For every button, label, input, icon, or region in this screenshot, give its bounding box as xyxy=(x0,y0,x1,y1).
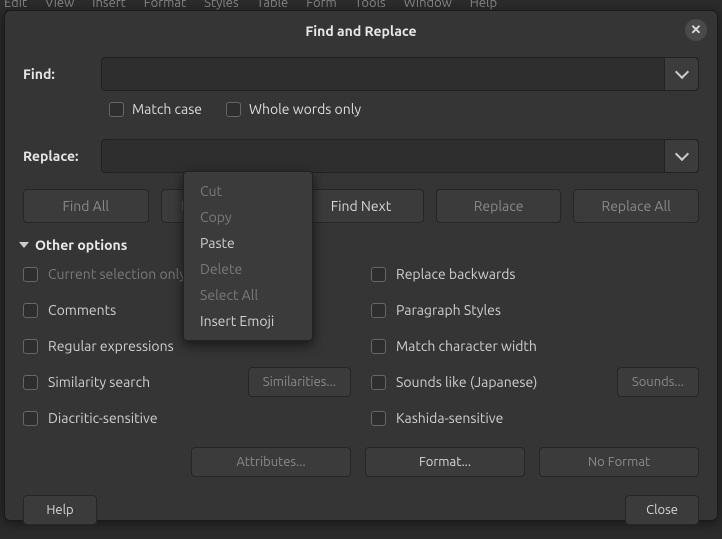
chevron-down-icon xyxy=(674,147,688,161)
format-button[interactable]: Format... xyxy=(365,447,525,477)
replace-backwards-checkbox[interactable]: Replace backwards xyxy=(371,261,699,287)
chevron-down-icon xyxy=(674,65,688,79)
ctx-delete[interactable]: Delete xyxy=(184,256,312,282)
match-case-checkbox[interactable]: Match case xyxy=(109,101,202,117)
replace-all-button[interactable]: Replace All xyxy=(573,189,699,223)
replace-dropdown-button[interactable] xyxy=(664,140,698,172)
checkbox-icon xyxy=(371,375,386,390)
attributes-button[interactable]: Attributes... xyxy=(191,447,351,477)
dialog-titlebar: Find and Replace ✕ xyxy=(5,11,717,51)
other-options-toggle[interactable]: Other options xyxy=(19,237,699,253)
checkbox-icon xyxy=(23,267,38,282)
checkbox-icon xyxy=(23,339,38,354)
chevron-down-icon xyxy=(19,242,29,248)
find-combo xyxy=(101,57,699,91)
whole-words-checkbox[interactable]: Whole words only xyxy=(226,101,361,117)
help-button[interactable]: Help xyxy=(23,495,97,525)
replace-button[interactable]: Replace xyxy=(436,189,562,223)
checkbox-icon xyxy=(23,375,38,390)
match-case-label: Match case xyxy=(132,101,202,117)
checkbox-icon xyxy=(109,102,124,117)
find-next-button[interactable]: Find Next xyxy=(298,189,424,223)
checkbox-icon xyxy=(23,303,38,318)
ctx-cut[interactable]: Cut xyxy=(184,178,312,204)
close-button[interactable]: Close xyxy=(625,495,699,525)
checkbox-icon xyxy=(226,102,241,117)
checkbox-icon xyxy=(371,303,386,318)
checkbox-icon xyxy=(371,339,386,354)
menubar: Edit View Insert Format Styles Table For… xyxy=(0,0,722,10)
menu-insert[interactable]: Insert xyxy=(92,0,126,6)
ctx-insert-emoji[interactable]: Insert Emoji xyxy=(184,308,312,334)
replace-combo xyxy=(101,139,699,173)
find-dropdown-button[interactable] xyxy=(664,58,698,90)
sounds-button[interactable]: Sounds... xyxy=(617,367,699,397)
whole-words-label: Whole words only xyxy=(249,101,361,117)
checkbox-icon xyxy=(23,411,38,426)
menu-help[interactable]: Help xyxy=(470,0,497,6)
find-replace-dialog: Find and Replace ✕ Find: Match case Whol… xyxy=(4,10,718,521)
diacritic-checkbox[interactable]: Diacritic-sensitive xyxy=(23,405,351,431)
menu-edit[interactable]: Edit xyxy=(4,0,27,6)
other-options-label: Other options xyxy=(35,237,127,253)
close-icon[interactable]: ✕ xyxy=(685,19,707,41)
similarity-search-checkbox[interactable]: Similarity search xyxy=(48,374,150,390)
find-all-button[interactable]: Find All xyxy=(23,189,149,223)
checkbox-icon xyxy=(371,411,386,426)
context-menu: Cut Copy Paste Delete Select All Insert … xyxy=(183,171,313,341)
dialog-title: Find and Replace xyxy=(305,23,416,39)
replace-input[interactable] xyxy=(102,140,664,172)
no-format-button[interactable]: No Format xyxy=(539,447,699,477)
find-label: Find: xyxy=(23,66,101,82)
ctx-select-all[interactable]: Select All xyxy=(184,282,312,308)
menu-form[interactable]: Form xyxy=(306,0,337,6)
menu-format[interactable]: Format xyxy=(144,0,186,6)
menu-tools[interactable]: Tools xyxy=(355,0,386,6)
similarities-button[interactable]: Similarities... xyxy=(248,367,351,397)
checkbox-icon xyxy=(371,267,386,282)
ctx-copy[interactable]: Copy xyxy=(184,204,312,230)
menu-view[interactable]: View xyxy=(45,0,74,6)
match-char-width-checkbox[interactable]: Match character width xyxy=(371,333,699,359)
menu-styles[interactable]: Styles xyxy=(204,0,238,6)
replace-label: Replace: xyxy=(23,148,101,164)
kashida-checkbox[interactable]: Kashida-sensitive xyxy=(371,405,699,431)
menu-window[interactable]: Window xyxy=(404,0,452,6)
find-input[interactable] xyxy=(102,58,664,90)
menu-table[interactable]: Table xyxy=(257,0,289,6)
ctx-paste[interactable]: Paste xyxy=(184,230,312,256)
paragraph-styles-checkbox[interactable]: Paragraph Styles xyxy=(371,297,699,323)
sounds-like-checkbox[interactable]: Sounds like (Japanese) xyxy=(396,374,537,390)
